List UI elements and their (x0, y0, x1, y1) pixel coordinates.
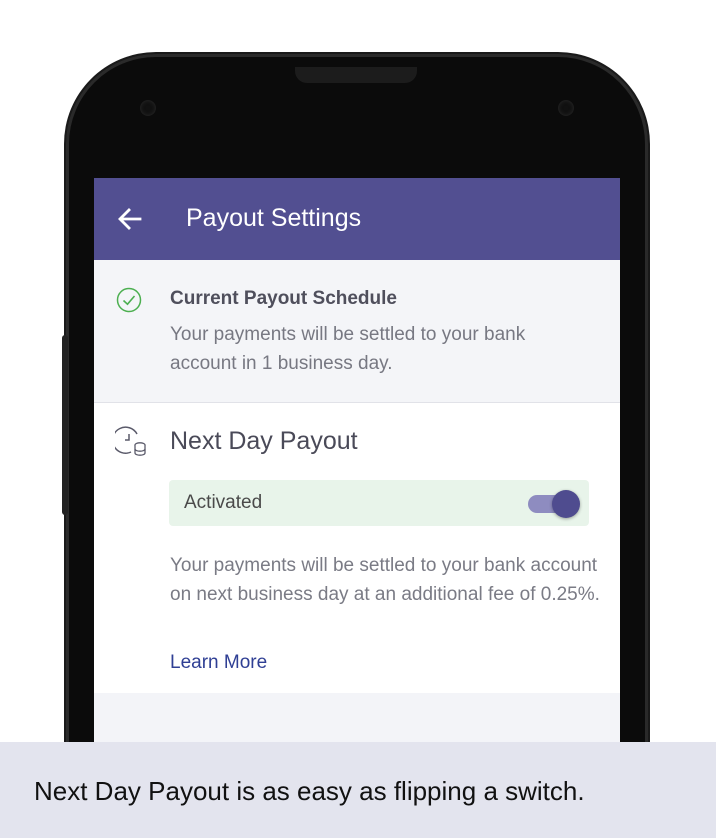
phone-speaker (295, 67, 417, 83)
toggle-knob (552, 490, 580, 518)
activated-status-bar: Activated (169, 480, 589, 526)
learn-more-link[interactable]: Learn More (170, 652, 267, 674)
next-day-payout-toggle[interactable] (528, 488, 582, 518)
caption-text: Next Day Payout is as easy as flipping a… (34, 776, 585, 806)
caption-band: Next Day Payout is as easy as flipping a… (0, 742, 716, 838)
next-day-payout-description: Your payments will be settled to your ba… (170, 555, 600, 605)
front-camera-dot (558, 100, 574, 116)
clock-coins-icon (115, 426, 146, 456)
app-bar: Payout Settings (94, 178, 620, 260)
arrow-left-icon[interactable] (116, 205, 144, 233)
current-payout-schedule-section: Current Payout Schedule Your payments wi… (94, 260, 620, 403)
activated-label: Activated (184, 492, 263, 513)
current-schedule-description: Your payments will be settled to your ba… (170, 324, 526, 374)
page-title: Payout Settings (186, 204, 362, 232)
phone-side-button (62, 335, 68, 515)
next-day-payout-section: Next Day Payout Activated Your payments … (94, 403, 620, 693)
app-screen: Payout Settings Current Payout Schedule … (94, 178, 620, 742)
next-day-payout-title: Next Day Payout (170, 427, 358, 455)
check-circle-icon (116, 287, 142, 313)
front-sensor-dot (140, 100, 156, 116)
current-schedule-title: Current Payout Schedule (170, 288, 397, 309)
